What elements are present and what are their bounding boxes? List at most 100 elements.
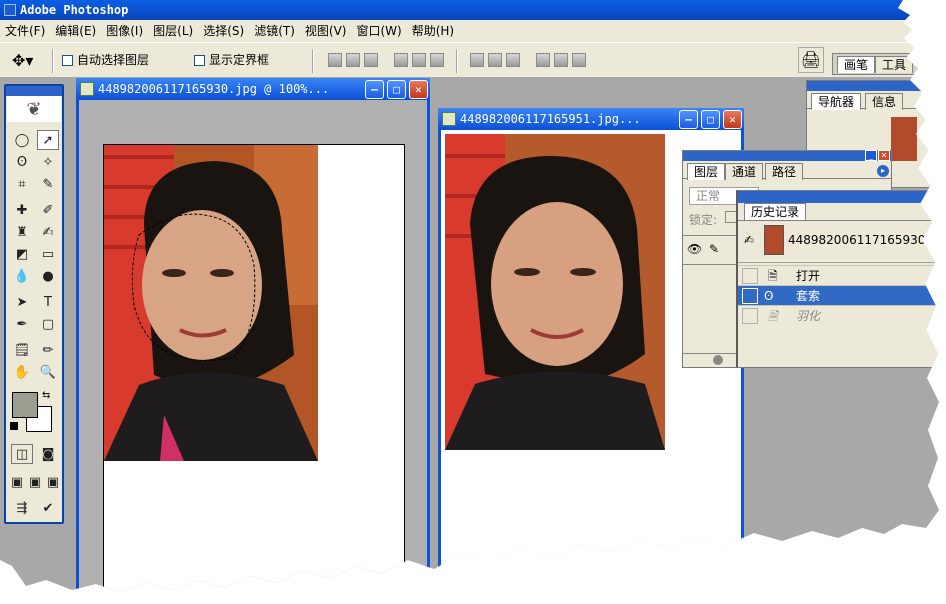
tab-channels[interactable]: 通道 <box>725 163 764 180</box>
ellipse-marquee-icon[interactable]: ◯ <box>11 130 33 150</box>
screen-mode-full-menu-icon[interactable]: ▣ <box>26 472 44 492</box>
document-2-titlebar[interactable]: 448982006117165951.jpg... – □ ✕ <box>438 108 744 130</box>
history-item-label: 打开 <box>796 269 821 283</box>
maximize-button[interactable]: □ <box>387 80 406 99</box>
dodge-icon[interactable]: ● <box>37 266 59 286</box>
history-panel: 历史记录 ✍ 448982006117165930 🗎 打开 ʘ 套索 🗎 羽化 <box>736 190 939 368</box>
layers-titlebar: _ ✕ <box>683 150 891 161</box>
default-colors-icon[interactable] <box>10 422 18 430</box>
layer-style-icon[interactable] <box>713 355 723 365</box>
menu-edit[interactable]: 编辑(E) <box>50 20 101 42</box>
rectangle-shape-icon[interactable]: ▢ <box>37 314 59 334</box>
adobe-feather-icon[interactable]: ❦ <box>7 96 61 122</box>
eraser-icon[interactable]: ◩ <box>11 244 33 264</box>
align-hcenter-icon[interactable] <box>412 53 426 67</box>
close-button[interactable]: ✕ <box>878 150 890 161</box>
distribute-vcenter-icon[interactable] <box>488 53 502 67</box>
show-bounds-checkbox[interactable] <box>194 55 205 66</box>
history-brush-source-icon[interactable]: ✍ <box>744 233 754 247</box>
clone-stamp-icon[interactable]: ♜ <box>11 222 33 242</box>
tab-info[interactable]: 信息 <box>865 93 904 110</box>
distribute-hcenter-icon[interactable] <box>554 53 568 67</box>
magic-wand-icon[interactable]: ✧ <box>37 152 59 172</box>
history-item-lasso[interactable]: ʘ 套索 <box>738 285 939 305</box>
layers-footer <box>683 353 739 367</box>
palette-well-tab-brushes[interactable]: 画笔 <box>837 56 876 73</box>
layer-row[interactable]: 👁 ✎ <box>683 235 739 265</box>
menu-window[interactable]: 窗口(W) <box>351 20 406 42</box>
hand-icon[interactable]: ✋ <box>11 362 33 382</box>
history-brush-source-box[interactable] <box>742 308 758 324</box>
tab-paths[interactable]: 路径 <box>765 163 804 180</box>
canvas-area-1[interactable] <box>79 100 427 592</box>
distribute-top-icon[interactable] <box>470 53 484 67</box>
maximize-button[interactable]: □ <box>701 110 720 129</box>
pen-icon[interactable]: ✒ <box>11 314 33 334</box>
crop-icon[interactable]: ⌗ <box>11 174 33 194</box>
align-vcenter-icon[interactable] <box>346 53 360 67</box>
panel-menu-arrow-icon[interactable]: ▸ <box>877 165 889 177</box>
standard-mode-icon[interactable]: ◫ <box>11 444 33 464</box>
close-button[interactable]: ✕ <box>409 80 428 99</box>
screen-mode-standard-icon[interactable]: ▣ <box>8 472 26 492</box>
distribute-bottom-icon[interactable] <box>506 53 520 67</box>
jump-to-imageready-icon[interactable]: ⇶ <box>11 498 33 518</box>
close-button[interactable]: ✕ <box>723 110 742 129</box>
tab-layers[interactable]: 图层 <box>687 163 726 180</box>
healing-brush-icon[interactable]: ✚ <box>11 200 33 220</box>
minimize-button[interactable]: – <box>679 110 698 129</box>
history-brush-source-box[interactable] <box>742 288 758 304</box>
menu-layer[interactable]: 图层(L) <box>148 20 198 42</box>
swap-colors-icon[interactable]: ⇆ <box>42 390 50 401</box>
quick-mask-icon[interactable]: ◙ <box>37 444 59 464</box>
navigator-thumbnail[interactable] <box>891 117 917 161</box>
align-left-icon[interactable] <box>394 53 408 67</box>
slice-icon[interactable]: ✎ <box>37 174 59 194</box>
tab-navigator[interactable]: 导航器 <box>811 93 862 110</box>
document-1-titlebar[interactable]: 448982006117165930.jpg @ 100%... – □ ✕ <box>76 78 430 100</box>
gradient-icon[interactable]: ▭ <box>37 244 59 264</box>
minimize-button[interactable]: – <box>365 80 384 99</box>
align-bottom-icon[interactable] <box>364 53 378 67</box>
navigator-titlebar <box>807 81 939 91</box>
menu-image[interactable]: 图像(I) <box>101 20 148 42</box>
imageready-icon[interactable]: ✔ <box>37 498 59 518</box>
blur-icon[interactable]: 💧 <box>11 266 33 286</box>
tab-history[interactable]: 历史记录 <box>744 203 807 220</box>
document-1-title: 448982006117165930.jpg @ 100%... <box>98 82 330 96</box>
menu-select[interactable]: 选择(S) <box>198 20 249 42</box>
eye-icon[interactable]: 👁 <box>687 242 702 256</box>
align-right-icon[interactable] <box>430 53 444 67</box>
history-item-open[interactable]: 🗎 打开 <box>738 265 939 285</box>
history-brush-source-box[interactable] <box>742 268 758 284</box>
move-tool-icon[interactable]: ➚ <box>37 130 59 150</box>
palette-well-tab-tool[interactable]: 工具 <box>875 56 914 73</box>
menu-file[interactable]: 文件(F) <box>0 20 50 42</box>
menu-help[interactable]: 帮助(H) <box>407 20 459 42</box>
eyedropper-icon[interactable]: ✏ <box>37 340 59 360</box>
lasso-icon[interactable]: ʘ <box>11 152 33 172</box>
file-browser-icon[interactable]: 🖨 <box>798 47 824 73</box>
auto-select-checkbox[interactable] <box>62 55 73 66</box>
history-brush-icon[interactable]: ✍ <box>37 222 59 242</box>
document-window-1: 448982006117165930.jpg @ 100%... – □ ✕ <box>76 78 430 592</box>
separator <box>312 49 314 73</box>
notes-icon[interactable]: 🗒 <box>11 340 33 360</box>
menu-filter[interactable]: 滤镜(T) <box>249 20 300 42</box>
distribute-right-icon[interactable] <box>572 53 586 67</box>
path-selection-icon[interactable]: ➤ <box>11 292 33 312</box>
distribute-left-icon[interactable] <box>536 53 550 67</box>
move-tool-icon[interactable]: ✥▾ <box>12 51 33 70</box>
history-snapshot-row[interactable]: ✍ 448982006117165930 <box>738 223 939 263</box>
history-item-feather[interactable]: 🗎 羽化 <box>738 305 939 325</box>
menu-view[interactable]: 视图(V) <box>300 20 352 42</box>
minimize-button[interactable]: _ <box>865 150 877 161</box>
portrait-photo-1 <box>104 145 318 461</box>
screen-mode-full-icon[interactable]: ▣ <box>44 472 62 492</box>
brush-icon[interactable]: ✐ <box>37 200 59 220</box>
photoshop-icon <box>4 4 16 16</box>
type-icon[interactable]: T <box>37 292 59 312</box>
auto-select-label: 自动选择图层 <box>77 53 150 67</box>
zoom-icon[interactable]: 🔍 <box>37 362 59 382</box>
align-top-icon[interactable] <box>328 53 342 67</box>
